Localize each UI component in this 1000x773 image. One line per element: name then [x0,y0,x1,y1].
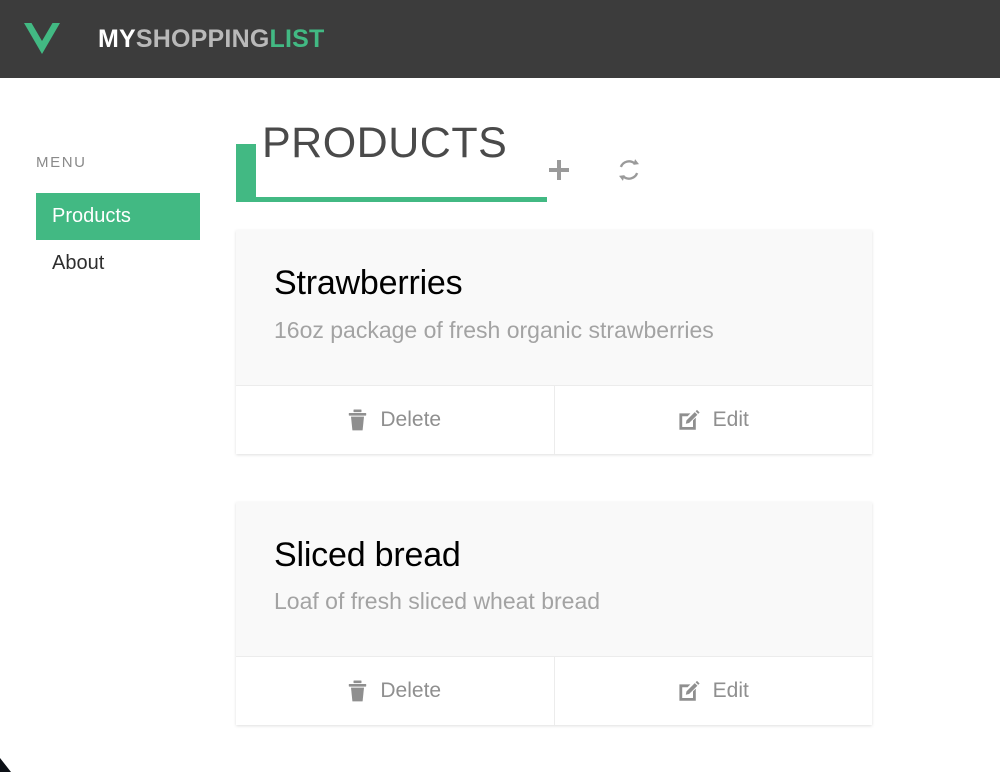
vue-logo-icon [18,15,66,63]
delete-button[interactable]: Delete [236,385,554,454]
edit-button[interactable]: Edit [553,385,872,454]
page-title-block: PRODUCTS [236,122,548,202]
product-title: Strawberries [274,264,463,302]
brand-my: MY [98,24,136,53]
product-description: Loaf of fresh sliced wheat bread [274,588,601,615]
trash-icon [348,680,367,702]
sidebar: MENU Products About [0,140,236,773]
edit-icon [678,409,700,431]
edit-label: Edit [712,407,749,431]
sidebar-item-about[interactable]: About [36,240,200,287]
product-title: Sliced bread [274,535,461,574]
title-row: PRODUCTS [236,122,872,202]
trash-icon [348,409,367,431]
title-actions [541,152,647,202]
delete-button[interactable]: Delete [236,657,554,726]
page-title: PRODUCTS [262,119,508,168]
sidebar-item-label: About [52,252,105,274]
refresh-button[interactable] [611,152,647,188]
product-card-actions: Delete Edit [236,656,872,726]
refresh-icon [619,159,640,181]
product-card-body: Sliced bread Loaf of fresh sliced wheat … [236,502,872,657]
product-card-actions: Delete Edit [236,384,872,454]
page-container: MENU Products About PRODUCTS Strawberrie… [0,78,1000,773]
edit-button[interactable]: Edit [553,657,872,726]
delete-label: Delete [380,407,442,431]
sidebar-item-label: Products [52,205,131,227]
edit-label: Edit [712,679,749,703]
sidebar-item-products[interactable]: Products [36,193,200,240]
main-content: PRODUCTS Strawberries 16oz package of fr… [236,122,1000,773]
product-card: Sliced bread Loaf of fresh sliced wheat … [236,501,872,726]
delete-label: Delete [380,679,442,703]
app-brand: MYSHOPPINGLIST [98,24,325,53]
sidebar-heading: MENU [36,154,87,171]
brand-list: LIST [269,24,325,53]
product-card-body: Strawberries 16oz package of fresh organ… [236,230,872,385]
add-product-button[interactable] [541,152,577,188]
product-card: Strawberries 16oz package of fresh organ… [236,230,872,454]
brand-shopping: SHOPPING [135,24,270,53]
edit-icon [678,680,700,702]
plus-icon [549,160,570,180]
app-header: MYSHOPPINGLIST [0,0,1000,78]
product-description: 16oz package of fresh organic strawberri… [274,316,714,343]
